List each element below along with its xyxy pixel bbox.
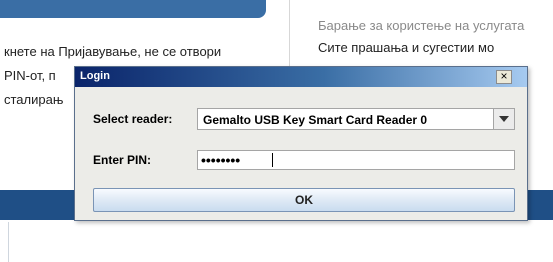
left-text-line-3: сталирањ [4, 92, 64, 107]
ok-button-label: OK [295, 193, 313, 207]
ok-button[interactable]: OK [93, 188, 515, 212]
chevron-down-icon [499, 116, 509, 122]
pin-field[interactable]: •••••••• [197, 150, 515, 170]
footer-area [0, 220, 553, 262]
reader-dropdown-button[interactable] [493, 109, 514, 129]
pin-label: Enter PIN: [93, 153, 152, 167]
reader-select-value: Gemalto USB Key Smart Card Reader 0 [203, 113, 428, 127]
dialog-titlebar[interactable]: Login × [75, 67, 527, 87]
pin-field-value: •••••••• [201, 152, 241, 168]
footer-left-edge [0, 222, 9, 262]
dialog-title: Login [80, 70, 110, 82]
right-text-line-1: Барање за користење на услугата [318, 18, 525, 33]
login-dialog: Login × Select reader: Gemalto USB Key S… [74, 66, 528, 221]
left-text-line-1: кнете на Пријавување, не се отвори [4, 44, 222, 59]
text-caret [272, 153, 273, 167]
left-text-line-2: PIN-от, п [4, 68, 56, 83]
close-icon: × [500, 69, 508, 83]
close-button[interactable]: × [496, 70, 512, 84]
reader-select[interactable]: Gemalto USB Key Smart Card Reader 0 [197, 108, 515, 130]
reader-label: Select reader: [93, 112, 173, 126]
top-tab [0, 0, 266, 18]
right-text-line-2: Сите прашања и сугестии мо [318, 40, 495, 55]
